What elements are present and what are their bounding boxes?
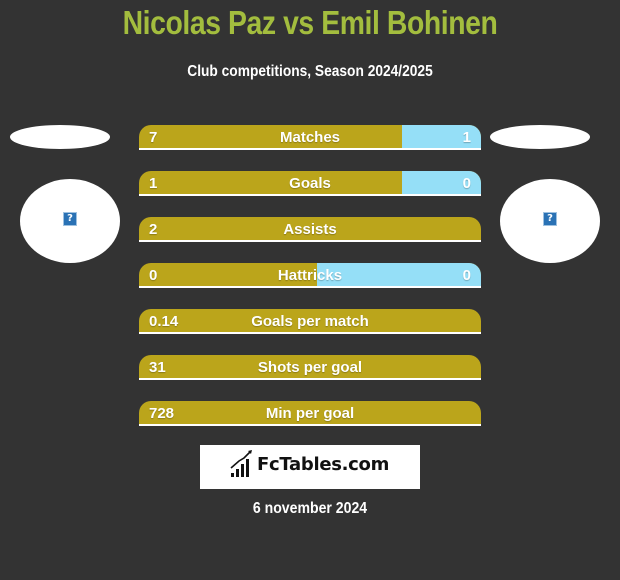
bar-chart-trend-icon: [230, 450, 252, 477]
image-placeholder-icon: ?: [63, 212, 77, 226]
stat-row: 2 Assists: [139, 217, 481, 242]
stat-row: 31 Shots per goal: [139, 355, 481, 380]
brand-logo[interactable]: FcTables.com: [200, 445, 420, 489]
right-player-avatar[interactable]: ?: [500, 179, 600, 263]
stat-row: 0.14 Goals per match: [139, 309, 481, 334]
right-player-value: 1: [462, 129, 471, 146]
image-placeholder-icon: ?: [543, 212, 557, 226]
page-subtitle: Club competitions, Season 2024/2025: [187, 63, 433, 80]
right-player-value: 0: [462, 267, 471, 284]
stat-label: Hattricks: [277, 267, 343, 284]
stat-label: Shots per goal: [257, 359, 363, 376]
page-title: Nicolas Paz vs Emil Bohinen: [122, 4, 498, 41]
left-player-name-placeholder: [10, 125, 110, 149]
stat-label: Assists: [283, 221, 337, 238]
right-player-name-placeholder: [490, 125, 590, 149]
date-label: 6 november 2024: [252, 500, 368, 517]
stat-label: Goals: [289, 175, 331, 192]
right-player-value: 0: [462, 175, 471, 192]
left-player-avatar[interactable]: ?: [20, 179, 120, 263]
stat-label: Min per goal: [265, 405, 355, 422]
brand-name: FcTables.com: [257, 454, 390, 475]
stat-row: 7 Matches 1: [139, 125, 481, 150]
stat-label: Matches: [279, 129, 341, 146]
stat-row: 0 Hattricks 0: [139, 263, 481, 288]
stat-row: 728 Min per goal: [139, 401, 481, 426]
stat-row: 1 Goals 0: [139, 171, 481, 196]
stat-label: Goals per match: [251, 313, 369, 330]
